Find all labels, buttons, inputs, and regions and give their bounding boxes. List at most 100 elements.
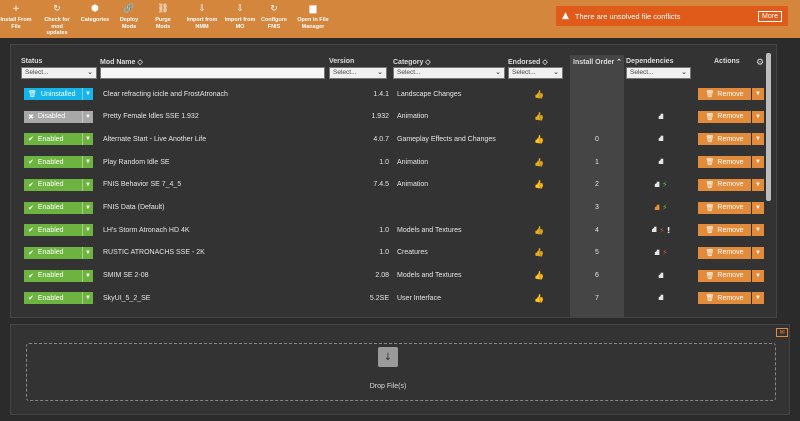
status-toggle-main[interactable]: ✔ Enabled xyxy=(24,292,82,305)
table-row[interactable]: ✔ Enabled ▼ LH's Storm Atronach HD 4K 1.0 Mod… xyxy=(11,219,764,241)
remove-button[interactable]: 🗑 Remove ▼ xyxy=(698,156,764,169)
thumbs-up-outline-icon[interactable]: 👍 xyxy=(534,248,544,257)
gear-icon[interactable]: ⚙ xyxy=(756,58,764,68)
dependency-tree-icon[interactable]: ⛘ xyxy=(658,112,664,122)
remove-main[interactable]: 🗑 Remove xyxy=(698,133,751,146)
toolbar-button-8[interactable]: ▆ Open in File Manager xyxy=(292,0,334,38)
remove-button[interactable]: 🗑 Remove ▼ xyxy=(698,246,764,259)
status-toggle-button[interactable]: ✖ Disabled ▼ xyxy=(24,110,93,123)
remove-button[interactable]: 🗑 Remove ▼ xyxy=(698,292,764,305)
table-scrollbar[interactable] xyxy=(766,53,771,201)
table-row[interactable]: ✔ Enabled ▼ Play Random Idle SE 1.0 Animation… xyxy=(11,151,764,173)
status-toggle-main[interactable]: ✔ Enabled xyxy=(24,224,82,237)
thumbs-up-filled-icon[interactable]: 👍 xyxy=(534,271,544,280)
chevron-down-icon[interactable]: ▼ xyxy=(82,156,93,169)
status-toggle-main[interactable]: ✔ Enabled xyxy=(24,178,82,191)
chevron-down-icon[interactable]: ▼ xyxy=(752,133,764,146)
remove-button[interactable]: 🗑 Remove ▼ xyxy=(698,110,764,123)
header-category[interactable]: Category ◇ xyxy=(393,58,431,66)
status-toggle-main[interactable]: ✔ Enabled xyxy=(24,201,82,214)
chevron-down-icon[interactable]: ▼ xyxy=(752,156,764,169)
chevron-down-icon[interactable]: ▼ xyxy=(752,88,764,100)
dependency-tree-icon[interactable]: ⛘ xyxy=(654,180,660,190)
chevron-down-icon[interactable]: ▼ xyxy=(752,269,764,282)
thumbs-up-filled-icon[interactable]: 👍 xyxy=(534,180,544,189)
version-filter-select[interactable]: Select... ⌄ xyxy=(329,67,387,79)
header-mod-name[interactable]: Mod Name ◇ xyxy=(100,58,143,66)
chevron-down-icon[interactable]: ▼ xyxy=(752,178,764,191)
status-toggle-button[interactable]: ✔ Enabled ▼ xyxy=(24,133,93,146)
remove-main[interactable]: 🗑 Remove xyxy=(698,201,751,214)
remove-main[interactable]: 🗑 Remove xyxy=(698,156,751,169)
status-toggle-button[interactable]: ✔ Enabled ▼ xyxy=(24,201,93,214)
table-row[interactable]: ✔ Enabled ▼ SkyUI_5_2_SE 5.2SE User Interface… xyxy=(11,287,764,309)
table-row[interactable]: 🗑 Uninstalled ▼ Clear refracting icicle and… xyxy=(11,83,764,105)
toolbar-button-2[interactable]: ⬢ Categories xyxy=(80,0,110,38)
status-toggle-main[interactable]: ✖ Disabled xyxy=(24,110,82,123)
chevron-down-icon[interactable]: ▼ xyxy=(82,292,93,305)
dependency-tree-warning-icon[interactable]: ⛘ xyxy=(654,203,660,213)
dependency-tree-icon[interactable]: ⛘ xyxy=(652,225,658,235)
status-toggle-button[interactable]: ✔ Enabled ▼ xyxy=(24,246,93,259)
thumbs-up-outline-icon[interactable]: 👍 xyxy=(534,226,544,235)
mail-icon[interactable]: ✉ xyxy=(776,328,788,337)
dependency-tree-icon[interactable]: ⛘ xyxy=(658,271,664,281)
header-status[interactable]: Status xyxy=(21,58,42,65)
status-toggle-button[interactable]: ✔ Enabled ▼ xyxy=(24,156,93,169)
remove-button[interactable]: 🗑 Remove ▼ xyxy=(698,133,764,146)
chevron-down-icon[interactable]: ▼ xyxy=(752,292,764,305)
category-filter-select[interactable]: Select... ⌄ xyxy=(393,67,505,79)
more-button[interactable]: More xyxy=(758,10,782,22)
remove-button[interactable]: 🗑 Remove ▼ xyxy=(698,201,764,214)
header-endorsed[interactable]: Endorsed ◇ xyxy=(508,58,548,66)
chevron-down-icon[interactable]: ▼ xyxy=(82,133,93,146)
remove-button[interactable]: 🗑 Remove ▼ xyxy=(698,224,764,237)
chevron-down-icon[interactable]: ▼ xyxy=(82,201,93,214)
toolbar-button-6[interactable]: ⇩ Import from MO xyxy=(223,0,257,38)
remove-main[interactable]: 🗑 Remove xyxy=(698,178,751,191)
table-row[interactable]: ✔ Enabled ▼ Alternate Start - Live Another … xyxy=(11,128,764,150)
toolbar-button-7[interactable]: ↻ Configure FNIS xyxy=(258,0,290,38)
chevron-down-icon[interactable]: ▼ xyxy=(752,246,764,259)
header-install-order[interactable]: Install Order ⌃ xyxy=(573,58,622,66)
thumbs-up-outline-icon[interactable]: 👍 xyxy=(534,112,544,121)
remove-main[interactable]: 🗑 Remove xyxy=(698,246,751,259)
table-row[interactable]: ✔ Enabled ▼ SMIM SE 2-08 2.08 Models and Text… xyxy=(11,265,764,287)
dependency-tree-icon[interactable]: ⛘ xyxy=(654,248,660,258)
chevron-down-icon[interactable]: ▼ xyxy=(82,88,93,100)
dependency-tree-icon[interactable]: ⛘ xyxy=(658,293,664,303)
chevron-down-icon[interactable]: ▼ xyxy=(82,110,93,123)
chevron-down-icon[interactable]: ▼ xyxy=(82,269,93,282)
bolt-icon[interactable]: ⚡ xyxy=(662,180,668,189)
toolbar-button-4[interactable]: ⛓ Purge Mods xyxy=(148,0,178,38)
remove-main[interactable]: 🗑 Remove xyxy=(698,292,751,305)
header-dependencies[interactable]: Dependencies xyxy=(626,58,673,65)
status-toggle-main[interactable]: ✔ Enabled xyxy=(24,246,82,259)
chevron-down-icon[interactable]: ▼ xyxy=(82,224,93,237)
table-row[interactable]: ✖ Disabled ▼ Pretty Female Idles SSE 1.932 1… xyxy=(11,106,764,128)
table-row[interactable]: ✔ Enabled ▼ FNIS Data (Default) 3 ⛘ ⚡ 🗑 Remove ▼ xyxy=(11,197,764,219)
chevron-down-icon[interactable]: ▼ xyxy=(752,110,764,123)
remove-main[interactable]: 🗑 Remove xyxy=(698,224,751,237)
toolbar-button-5[interactable]: ⇩ Import from NMM xyxy=(185,0,219,38)
thumbs-up-filled-icon[interactable]: 👍 xyxy=(534,294,544,303)
endorsed-filter-select[interactable]: Select... ⌄ xyxy=(508,67,563,79)
status-toggle-button[interactable]: ✔ Enabled ▼ xyxy=(24,178,93,191)
remove-button[interactable]: 🗑 Remove ▼ xyxy=(698,178,764,191)
thumbs-up-outline-icon[interactable]: 👍 xyxy=(534,158,544,167)
dependency-tree-icon[interactable]: ⛘ xyxy=(658,134,664,144)
chevron-down-icon[interactable]: ▼ xyxy=(752,201,764,214)
status-toggle-main[interactable]: ✔ Enabled xyxy=(24,156,82,169)
status-toggle-button[interactable]: ✔ Enabled ▼ xyxy=(24,224,93,237)
bolt-conflict-icon[interactable]: ⚡ xyxy=(662,248,668,257)
remove-button[interactable]: 🗑 Remove ▼ xyxy=(698,88,764,100)
table-row[interactable]: ✔ Enabled ▼ RUSTIC ATRONACHS SSE - 2K 1.0 Cre… xyxy=(11,242,764,264)
remove-main[interactable]: 🗑 Remove xyxy=(698,269,751,282)
status-toggle-button[interactable]: ✔ Enabled ▼ xyxy=(24,292,93,305)
remove-button[interactable]: 🗑 Remove ▼ xyxy=(698,269,764,282)
status-toggle-main[interactable]: ✔ Enabled xyxy=(24,269,82,282)
chevron-down-icon[interactable]: ▼ xyxy=(82,178,93,191)
drop-zone[interactable] xyxy=(26,343,776,401)
bolt-icon[interactable]: ⚡ xyxy=(662,203,668,212)
status-toggle-main[interactable]: 🗑 Uninstalled xyxy=(24,88,82,100)
